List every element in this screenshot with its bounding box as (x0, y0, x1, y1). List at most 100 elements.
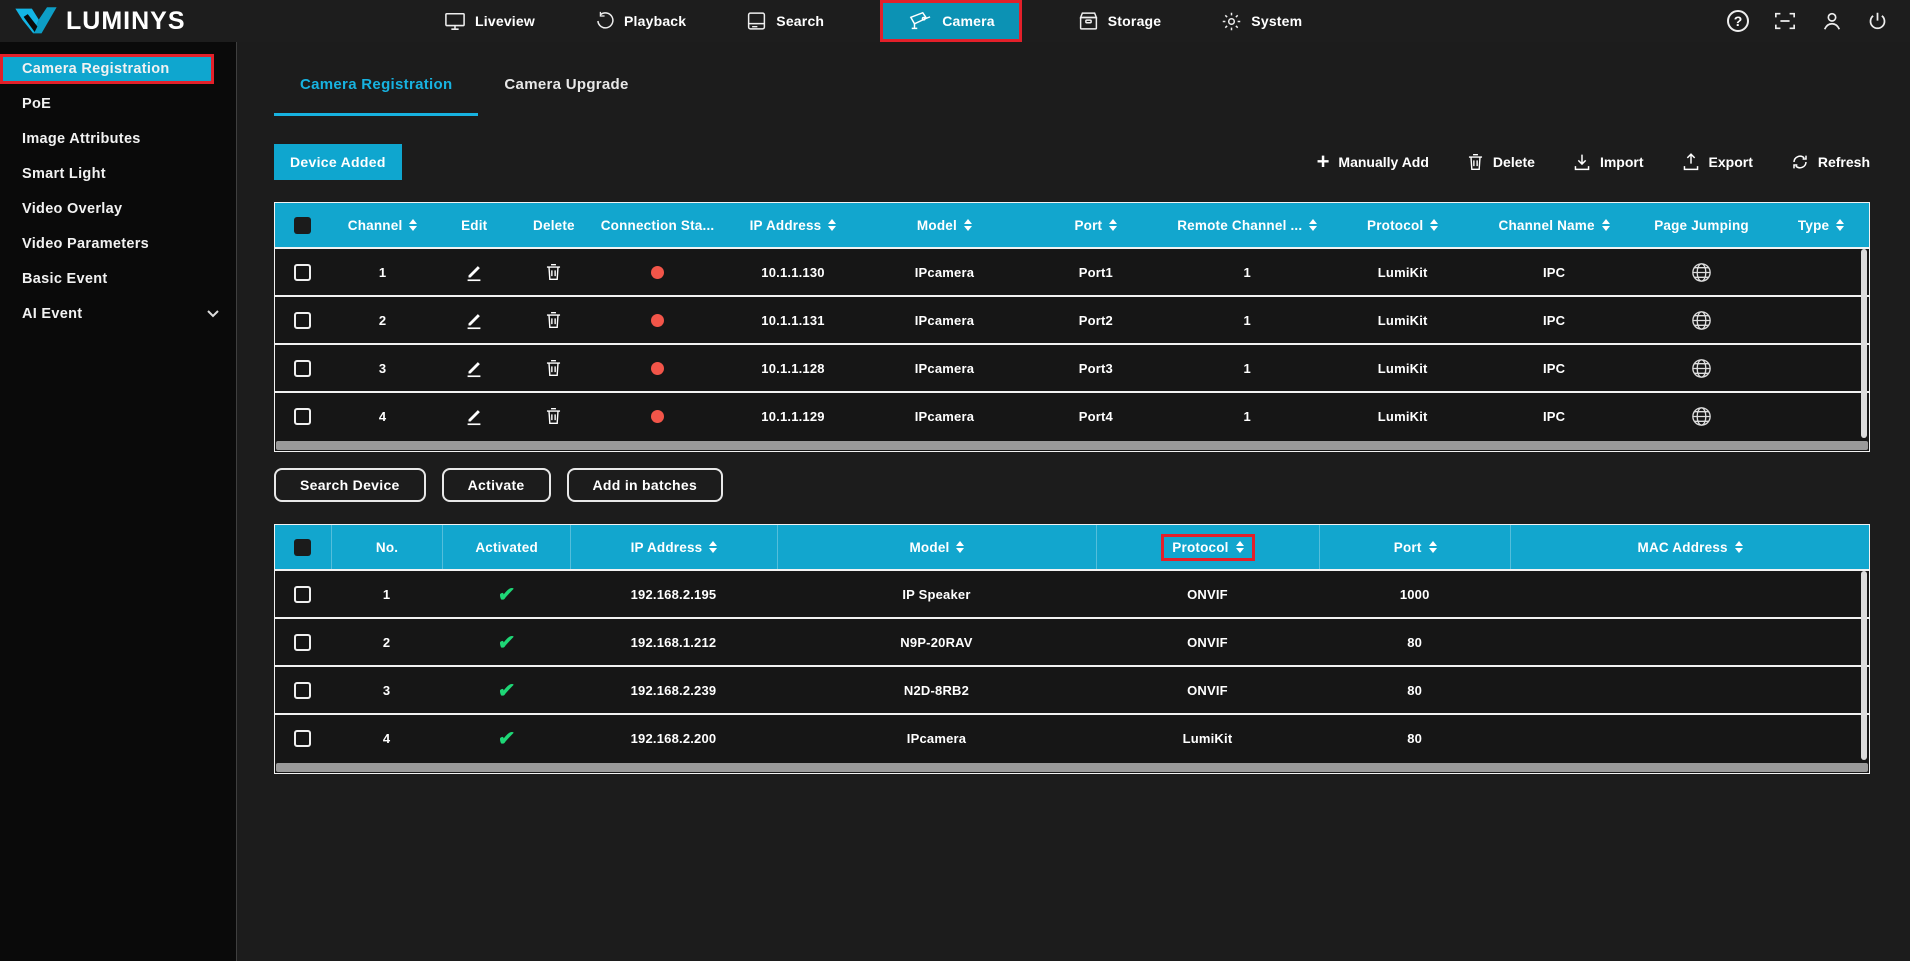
connection-status-dot (651, 410, 664, 423)
row-checkbox[interactable] (294, 360, 311, 377)
cctv-camera-icon (907, 10, 933, 32)
column-activated: Activated (442, 525, 570, 569)
sidebar-item-poe[interactable]: PoE (0, 89, 236, 119)
connection-status-dot (651, 314, 664, 327)
storage-box-icon (1078, 11, 1099, 31)
column-ip-address[interactable]: IP Address (570, 525, 777, 569)
activated-check-icon: ✔ (496, 582, 516, 607)
delete-icon[interactable] (545, 263, 562, 281)
sort-icon (1602, 219, 1610, 231)
connection-status-dot (651, 362, 664, 375)
device-actions: Search Device Activate Add in batches (274, 468, 1870, 502)
row-checkbox[interactable] (294, 264, 311, 281)
table-row: 2 ✔ 192.168.1.212 N9P-20RAV ONVIF 80 (275, 617, 1869, 665)
chevron-down-icon (206, 309, 220, 319)
sort-icon (1109, 219, 1117, 231)
select-all-checkbox[interactable] (294, 217, 311, 234)
delete-icon[interactable] (545, 407, 562, 425)
page-jumping-globe-icon[interactable] (1690, 405, 1713, 428)
nav-item-search[interactable]: Search (742, 0, 828, 42)
edit-icon[interactable] (463, 405, 485, 427)
column-edit: Edit (434, 203, 514, 247)
column-channel[interactable]: Channel (331, 203, 435, 247)
capture-icon[interactable] (1773, 10, 1797, 32)
add-in-batches-button[interactable]: Add in batches (567, 468, 724, 502)
trash-icon (1467, 153, 1484, 171)
sort-icon (409, 219, 417, 231)
power-icon[interactable] (1867, 11, 1888, 32)
sidebar-item-image-attributes[interactable]: Image Attributes (0, 124, 236, 154)
delete-icon[interactable] (545, 311, 562, 329)
brand-name: LUMINYS (66, 7, 186, 36)
delete-button[interactable]: Delete (1467, 153, 1535, 171)
sort-icon (1236, 541, 1244, 553)
table-row: 1 10.1.1.130 IPcamera Port1 1 LumiKit IP… (275, 247, 1869, 295)
table-row: 2 10.1.1.131 IPcamera Port2 1 LumiKit IP… (275, 295, 1869, 343)
vertical-scrollbar[interactable] (1861, 249, 1867, 438)
nav-item-playback[interactable]: Playback (591, 0, 690, 42)
row-checkbox[interactable] (294, 730, 311, 747)
table-row: 4 10.1.1.129 IPcamera Port4 1 LumiKit IP… (275, 391, 1869, 439)
table-toolbar: + Manually Add Delete Import (1317, 153, 1870, 171)
column-port[interactable]: Port (1024, 203, 1167, 247)
page-jumping-globe-icon[interactable] (1690, 357, 1713, 380)
device-added-button[interactable]: Device Added (274, 144, 402, 180)
activated-check-icon: ✔ (496, 726, 516, 751)
horizontal-scrollbar[interactable] (276, 441, 1868, 450)
page-jumping-globe-icon[interactable] (1690, 261, 1713, 284)
column-port[interactable]: Port (1319, 525, 1510, 569)
row-checkbox[interactable] (294, 586, 311, 603)
nav-item-storage[interactable]: Storage (1074, 0, 1166, 42)
sort-icon (1309, 219, 1317, 231)
select-all-checkbox[interactable] (294, 539, 311, 556)
activated-check-icon: ✔ (496, 630, 516, 655)
row-checkbox[interactable] (294, 312, 311, 329)
row-checkbox[interactable] (294, 408, 311, 425)
search-device-button[interactable]: Search Device (274, 468, 426, 502)
column-model[interactable]: Model (777, 525, 1096, 569)
sidebar-item-ai-event[interactable]: AI Event (0, 299, 236, 329)
table-row: 1 ✔ 192.168.2.195 IP Speaker ONVIF 1000 (275, 569, 1869, 617)
column-channel-name[interactable]: Channel Name (1478, 203, 1629, 247)
edit-icon[interactable] (463, 309, 485, 331)
tab-camera-registration[interactable]: Camera Registration (274, 76, 478, 116)
row-checkbox[interactable] (294, 634, 311, 651)
page-jumping-globe-icon[interactable] (1690, 309, 1713, 332)
tab-camera-upgrade[interactable]: Camera Upgrade (478, 76, 654, 116)
sidebar-item-basic-event[interactable]: Basic Event (0, 264, 236, 294)
column-mac-address[interactable]: MAC Address (1510, 525, 1869, 569)
horizontal-scrollbar[interactable] (276, 763, 1868, 772)
edit-icon[interactable] (463, 261, 485, 283)
activate-button[interactable]: Activate (442, 468, 551, 502)
nav-item-system[interactable]: System (1217, 0, 1306, 42)
nav-item-camera[interactable]: Camera (880, 0, 1022, 42)
help-icon[interactable]: ? (1727, 10, 1749, 32)
row-checkbox[interactable] (294, 682, 311, 699)
edit-icon[interactable] (463, 357, 485, 379)
column-type[interactable]: Type (1773, 203, 1869, 247)
import-button[interactable]: Import (1573, 153, 1644, 171)
sidebar-item-video-parameters[interactable]: Video Parameters (0, 229, 236, 259)
sidebar-item-smart-light[interactable]: Smart Light (0, 159, 236, 189)
column-protocol[interactable]: Protocol (1096, 525, 1319, 569)
sidebar-item-video-overlay[interactable]: Video Overlay (0, 194, 236, 224)
column-remote-channel[interactable]: Remote Channel ... (1168, 203, 1327, 247)
column-ip-address[interactable]: IP Address (721, 203, 864, 247)
refresh-button[interactable]: Refresh (1791, 153, 1870, 171)
sort-icon (828, 219, 836, 231)
column-model[interactable]: Model (865, 203, 1024, 247)
sort-icon (956, 541, 964, 553)
user-icon[interactable] (1821, 10, 1843, 32)
table-row: 4 ✔ 192.168.2.200 IPcamera LumiKit 80 (275, 713, 1869, 761)
nav-item-liveview[interactable]: Liveview (440, 0, 539, 42)
search-doc-icon (746, 11, 767, 31)
sort-icon (1430, 219, 1438, 231)
column-protocol[interactable]: Protocol (1327, 203, 1478, 247)
delete-icon[interactable] (545, 359, 562, 377)
search-result-table-header: No. Activated IP Address Model Protocol (275, 525, 1869, 569)
sidebar-item-camera-registration[interactable]: Camera Registration (0, 54, 214, 84)
playback-icon (595, 11, 615, 31)
manually-add-button[interactable]: + Manually Add (1317, 154, 1429, 170)
vertical-scrollbar[interactable] (1861, 571, 1867, 760)
export-button[interactable]: Export (1682, 153, 1753, 171)
